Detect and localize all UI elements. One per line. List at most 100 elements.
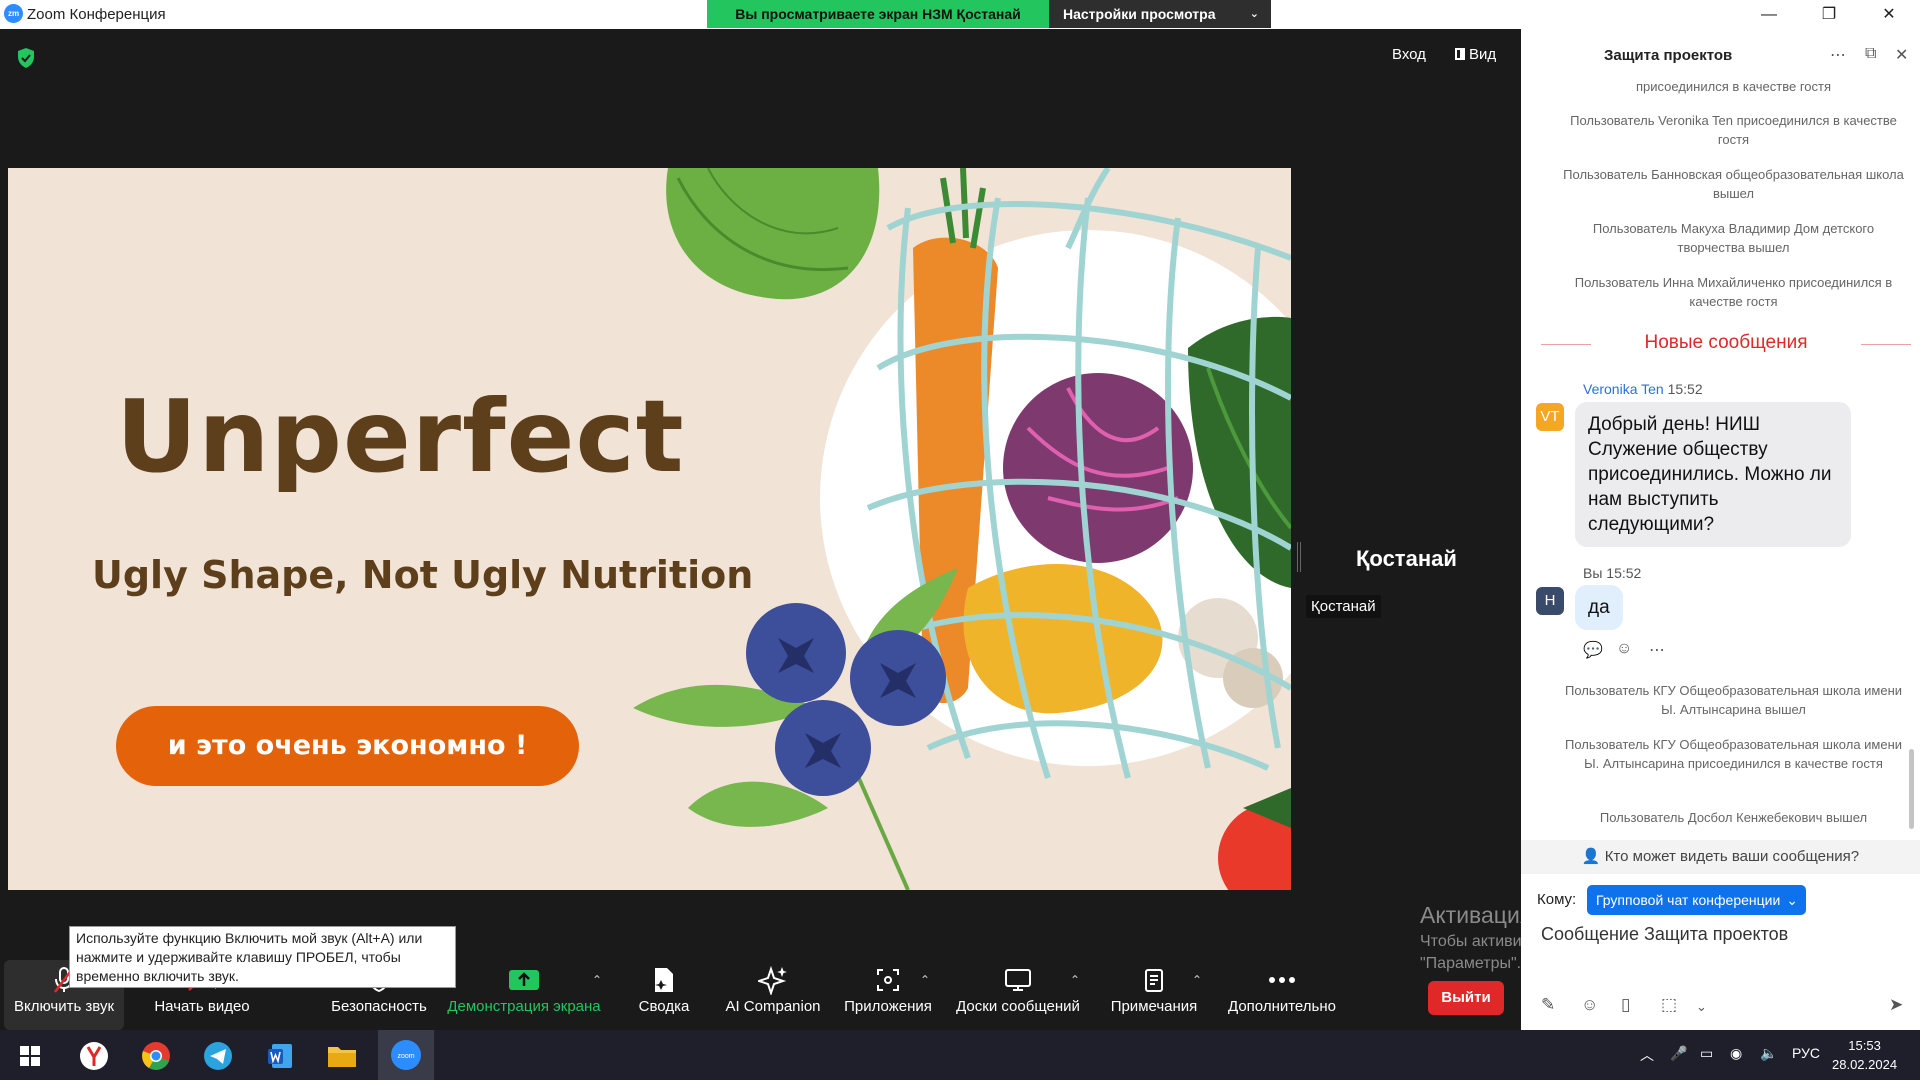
system-message: Пользователь Макуха Владимир Дом детског… (1592, 221, 1875, 255)
window-title: Zoom Конференция (27, 6, 166, 23)
whiteboards-button[interactable]: Доски сообщений (950, 960, 1086, 1030)
summary-document-icon (655, 968, 673, 992)
system-message: Пользователь Досбол Кенжебекович вышел (1599, 810, 1868, 825)
system-message: Пользователь КГУ Общеобразовательная шко… (1564, 683, 1903, 717)
emoji-icon[interactable]: ☺ (1581, 995, 1598, 1015)
popout-icon[interactable]: ⧉ (1865, 45, 1876, 63)
reply-icon[interactable]: 💬 (1583, 640, 1603, 660)
avatar: Н (1536, 587, 1564, 615)
avatar: VT (1536, 403, 1564, 431)
share-options-caret[interactable]: ⌃ (592, 973, 602, 987)
who-can-see-label: Кто может видеть ваши сообщения? (1604, 848, 1860, 865)
message-sender: Вы 15:52 (1583, 565, 1641, 581)
whiteboard-icon (1005, 969, 1031, 991)
zoom-logo-icon: zm (4, 4, 23, 23)
restore-button[interactable]: ❐ (1806, 0, 1852, 29)
clock-date: 28.02.2024 (1832, 1057, 1898, 1072)
slide-highlight-pill: и это очень экономно ! (116, 706, 579, 786)
tray-battery-icon[interactable]: ▭ (1700, 1045, 1713, 1062)
view-icon (1455, 48, 1465, 60)
system-message: присоединился в качестве гостя (1635, 79, 1832, 94)
unmute-label: Включить звук (13, 998, 115, 1015)
split-view-drag-handle[interactable] (1297, 542, 1301, 572)
tray-chevron-up-icon[interactable]: ︿ (1640, 1045, 1654, 1065)
zoom-taskbar-icon[interactable]: zoom (378, 1030, 434, 1080)
system-message: Пользователь КГУ Общеобразовательная шко… (1564, 737, 1903, 771)
message-sender: Veronika Ten 15:52 (1583, 381, 1703, 397)
message-bubble: Добрый день! НИШ Служение обществу присо… (1575, 402, 1851, 547)
message-bubble: да (1575, 585, 1623, 630)
system-message: Пользователь Veronika Ten присоединился … (1570, 113, 1897, 147)
active-speaker-name: Қостанай (1356, 546, 1457, 571)
notes-button[interactable]: Примечания (1108, 960, 1200, 1030)
recipient-label: Кому: (1537, 891, 1577, 908)
share-screen-label: Демонстрация экрана (447, 998, 601, 1015)
shared-slide: Unperfect Ugly Shape, Not Ugly Nutrition… (8, 168, 1291, 890)
new-messages-divider: Новые сообщения (1541, 332, 1911, 354)
windows-start-icon[interactable] (10, 1036, 50, 1076)
enter-button[interactable]: Вход (1392, 46, 1426, 63)
notes-options-caret[interactable]: ⌃ (1192, 973, 1202, 987)
participant-name-tag: Қостанай (1306, 595, 1381, 618)
file-icon[interactable]: ▯ (1621, 995, 1630, 1015)
unmute-hint-tooltip: Используйте функцию Включить мой звук (A… (69, 926, 456, 988)
file-explorer-icon[interactable] (322, 1036, 362, 1076)
tray-microphone-icon[interactable]: 🎤 (1670, 1045, 1687, 1062)
whiteboards-options-caret[interactable]: ⌃ (1070, 973, 1080, 987)
encryption-shield-icon[interactable] (16, 47, 36, 69)
more-icon[interactable]: ⋯ (1830, 45, 1846, 65)
ai-sparkle-icon (758, 965, 787, 995)
chevron-down-icon: ⌄ (1786, 892, 1798, 908)
who-can-see-messages-link[interactable]: 👤 Кто может видеть ваши сообщения? (1521, 840, 1920, 874)
close-icon[interactable]: ✕ (1895, 45, 1908, 65)
ai-companion-button[interactable]: AI Companion (720, 960, 826, 1030)
sender-name[interactable]: Veronika Ten (1583, 381, 1664, 397)
yandex-browser-icon[interactable] (74, 1036, 114, 1076)
tray-network-icon[interactable]: ◉ (1730, 1045, 1742, 1062)
apps-icon (877, 969, 899, 991)
whiteboards-label: Доски сообщений (956, 998, 1080, 1015)
tray-volume-icon[interactable]: 🔈 (1760, 1045, 1777, 1062)
notes-icon (1145, 969, 1163, 992)
chat-scrollbar[interactable] (1909, 749, 1914, 829)
chat-message-input[interactable]: Сообщение Защита проектов (1541, 924, 1788, 945)
start-video-label: Начать видео (154, 998, 250, 1015)
format-text-icon[interactable]: ✎ (1541, 995, 1555, 1015)
summary-button[interactable]: Сводка (630, 960, 698, 1030)
taskbar-clock[interactable]: 15:53 28.02.2024 (1832, 1036, 1897, 1074)
leave-meeting-button[interactable]: Выйти (1428, 981, 1504, 1015)
clock-time: 15:53 (1848, 1038, 1881, 1053)
notes-label: Примечания (1110, 998, 1198, 1015)
recipient-dropdown[interactable]: Групповой чат конференции ⌄ (1587, 885, 1806, 915)
message-more-icon[interactable]: ⋯ (1649, 640, 1665, 660)
slide-title: Unperfect (116, 378, 685, 495)
view-label: Вид (1469, 46, 1497, 63)
chevron-down-icon[interactable]: ⌄ (1696, 999, 1707, 1015)
apps-label: Приложения (844, 998, 932, 1015)
sender-name: Вы (1583, 565, 1603, 581)
share-screen-button[interactable]: Демонстрация экрана (444, 960, 604, 1030)
svg-text:zoom: zoom (397, 1053, 414, 1060)
chat-title: Защита проектов (1604, 47, 1733, 64)
apps-button[interactable]: Приложения (838, 960, 938, 1030)
screenshot-icon[interactable]: ⬚ (1661, 995, 1677, 1015)
view-button[interactable]: Вид (1455, 46, 1496, 63)
send-icon[interactable]: ➤ (1889, 995, 1903, 1015)
summary-label: Сводка (638, 998, 690, 1015)
word-icon[interactable] (260, 1036, 300, 1076)
more-button[interactable]: Дополнительно (1222, 960, 1342, 1030)
chevron-down-icon: ⌄ (1249, 8, 1259, 20)
view-options-button[interactable]: Настройки просмотра ⌄ (1049, 0, 1271, 28)
message-time: 15:52 (1606, 565, 1642, 581)
meeting-stage: Вход Вид Unperfect Ugly Shape, Not Ugly … (0, 29, 1521, 1030)
window-close-button[interactable]: ✕ (1866, 0, 1912, 29)
chrome-icon[interactable] (136, 1036, 176, 1076)
minimize-button[interactable]: — (1746, 0, 1792, 29)
add-reaction-icon[interactable]: ☺ (1616, 640, 1632, 658)
ai-companion-label: AI Companion (725, 998, 821, 1015)
telegram-icon[interactable] (198, 1036, 238, 1076)
windows-taskbar: zoom ︿ 🎤 ▭ ◉ 🔈 РУС 15:53 28.02.2024 (0, 1030, 1920, 1080)
apps-options-caret[interactable]: ⌃ (920, 973, 930, 987)
system-message: Пользователь Инна Михайличенко присоедин… (1574, 275, 1893, 309)
language-indicator[interactable]: РУС (1792, 1045, 1820, 1061)
